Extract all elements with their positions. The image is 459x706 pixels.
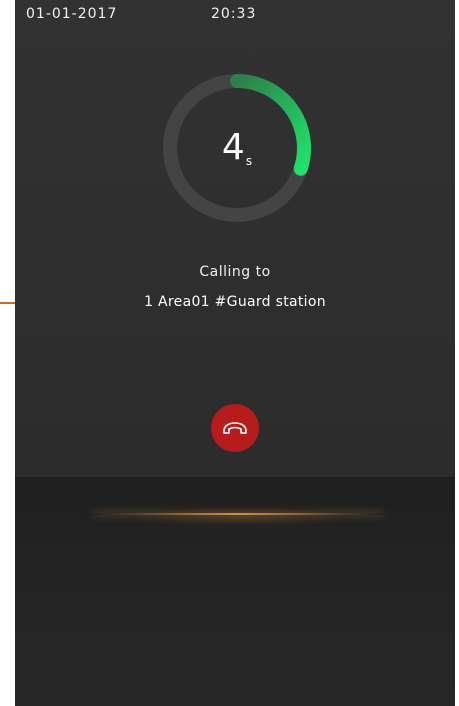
hangup-button[interactable]: [211, 404, 259, 452]
lower-panel: [15, 477, 455, 706]
accent-glow: [135, 507, 345, 527]
timer-number: 4: [221, 127, 245, 168]
intercom-screen: 01-01-2017 20:33 4 s Calling to 1 Area01…: [15, 0, 455, 706]
phone-hangup-icon: [223, 422, 247, 434]
status-time: 20:33: [211, 6, 257, 22]
call-panel: 01-01-2017 20:33 4 s Calling to 1 Area01…: [15, 0, 455, 477]
status-date: 01-01-2017: [26, 6, 118, 22]
timer-unit: s: [245, 154, 253, 168]
timer-readout: 4 s: [159, 70, 315, 226]
screenshot-stage: 01-01-2017 20:33 4 s Calling to 1 Area01…: [0, 0, 459, 706]
accent-divider: [93, 513, 383, 515]
call-status-label: Calling to: [199, 264, 271, 280]
callee-name: 1 Area01 #Guard station: [144, 294, 326, 310]
call-timer: 4 s: [159, 70, 315, 226]
